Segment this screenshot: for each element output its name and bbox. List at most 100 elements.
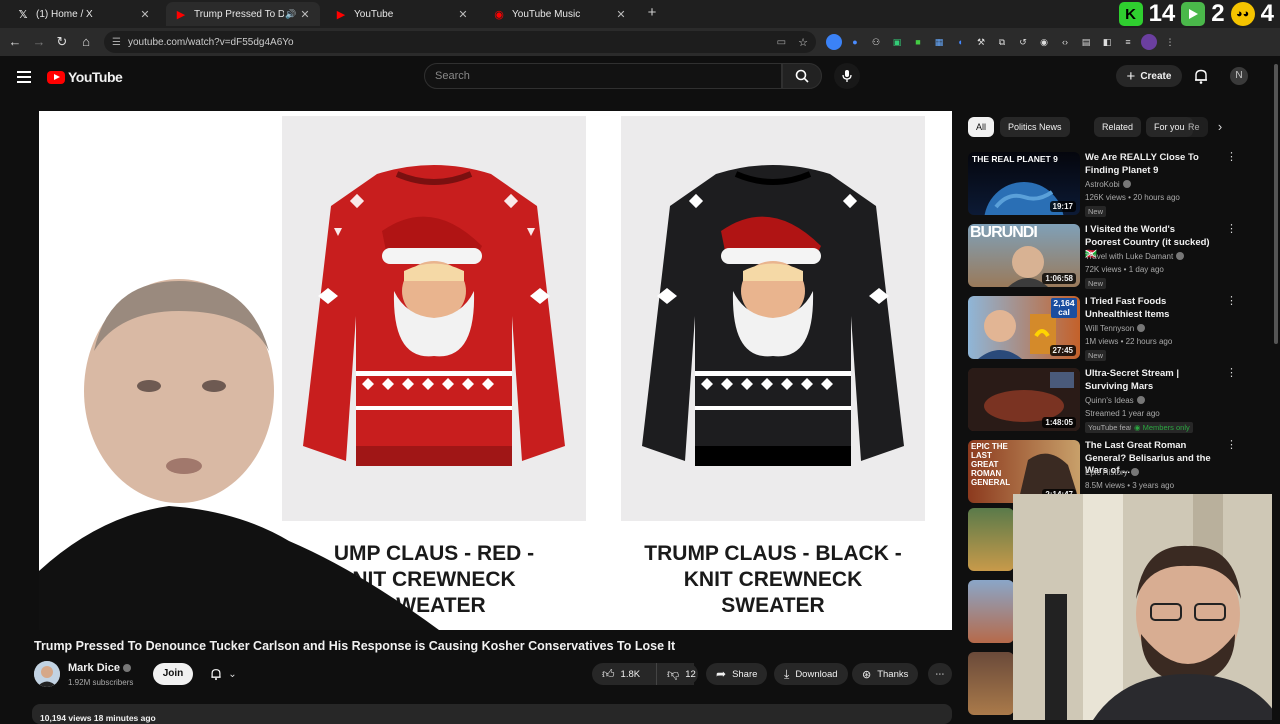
youtube-logo[interactable]: YouTube xyxy=(47,69,123,85)
forward-icon[interactable]: → xyxy=(29,32,49,52)
thanks-button[interactable]: ⊛ Thanks xyxy=(852,663,919,685)
share-label: Share xyxy=(732,668,758,680)
scrollbar-thumb[interactable] xyxy=(1274,64,1278,344)
voice-search-button[interactable] xyxy=(834,63,860,89)
new-badge: New xyxy=(1085,206,1107,217)
rec-channel[interactable]: Travel with Luke Damant xyxy=(1085,252,1185,261)
search-input[interactable]: Search xyxy=(424,63,782,89)
youtube-music-icon: ◉ xyxy=(494,8,504,21)
dislike-count: 12 xyxy=(685,668,696,680)
bookmark-star-icon[interactable]: ☆ xyxy=(798,36,808,49)
site-info-icon[interactable]: ☰ xyxy=(112,37,128,48)
recommendation-item[interactable]: 1:48:05 Ultra-Secret Stream | Surviving … xyxy=(968,368,1237,436)
x-logo-icon: 𝕏 xyxy=(18,8,28,21)
extensions-puzzle-icon[interactable]: ⧉ xyxy=(994,34,1010,50)
create-button[interactable]: + Create xyxy=(1116,65,1182,87)
extension-glasses-icon[interactable]: ⚇ xyxy=(868,34,884,50)
speaker-icon[interactable]: 🔊 xyxy=(284,9,298,20)
chip-all[interactable]: All xyxy=(968,117,995,137)
chip-related[interactable]: Related xyxy=(1094,117,1142,137)
video-thumbnail[interactable] xyxy=(968,652,1014,715)
video-thumbnail[interactable]: BURUNDI 1:06:58 xyxy=(968,224,1080,287)
tab-current-video[interactable]: ▶ Trump Pressed To Denounc 🔊 ✕ xyxy=(166,2,320,26)
rec-title[interactable]: Ultra-Secret Stream | Surviving Mars xyxy=(1085,368,1211,393)
thanks-icon: ⊛ xyxy=(862,668,872,681)
camera-icon[interactable]: ◉ xyxy=(1036,34,1052,50)
subscription-bell-button[interactable]: ⌄ xyxy=(200,663,246,685)
close-tab-icon[interactable]: ✕ xyxy=(138,8,152,21)
extension-wave-icon[interactable]: ◖ xyxy=(952,34,968,50)
address-bar[interactable]: ☰ youtube.com/watch?v=dF55dg4A6Yo ▭ ☆ xyxy=(104,31,816,53)
rec-channel-text: Travel with Luke Damant xyxy=(1085,252,1174,261)
chip-partial[interactable]: Re xyxy=(1184,117,1208,137)
video-thumbnail[interactable] xyxy=(968,580,1014,643)
more-vert-icon[interactable]: ⋮ xyxy=(1226,368,1237,379)
download-button[interactable]: ⤓ Download xyxy=(774,663,848,685)
recommendation-item[interactable]: 2,164 cal 27:45 I Tried Fast Foods Unhea… xyxy=(968,296,1237,364)
downloads-icon[interactable]: ≡ xyxy=(1120,34,1136,50)
video-player[interactable]: UMP CLAUS - RED - NIT CREWNECK SWEATER T… xyxy=(39,111,952,630)
rec-channel[interactable]: Quinn's Ideas xyxy=(1085,396,1145,405)
history-icon[interactable]: ↺ xyxy=(1015,34,1031,50)
cast-icon[interactable]: ▭ xyxy=(777,37,786,48)
rec-title[interactable]: We Are REALLY Close To Finding Planet 9 xyxy=(1085,152,1211,177)
chip-politics-news[interactable]: Politics News xyxy=(1000,117,1070,137)
notifications-bell-icon[interactable] xyxy=(1192,67,1210,85)
video-thumbnail[interactable] xyxy=(968,508,1014,571)
extension-tools-icon[interactable]: ⚒ xyxy=(973,34,989,50)
more-vert-icon[interactable]: ⋮ xyxy=(1226,152,1237,163)
more-actions-button[interactable]: ⋯ xyxy=(928,663,952,685)
more-vert-icon[interactable]: ⋮ xyxy=(1226,296,1237,307)
reading-list-icon[interactable]: ▤ xyxy=(1078,34,1094,50)
close-tab-icon[interactable]: ✕ xyxy=(298,8,312,21)
video-thumbnail[interactable]: THE REAL PLANET 9 19:17 xyxy=(968,152,1080,215)
tab-youtube[interactable]: ▶ YouTube ✕ xyxy=(326,2,478,26)
extension-grid-icon[interactable]: ▦ xyxy=(931,34,947,50)
rec-channel[interactable]: AstroKobi xyxy=(1085,180,1131,189)
video-thumbnail[interactable]: 2,164 cal 27:45 xyxy=(968,296,1080,359)
dislike-button[interactable]: 👎︎ 12 xyxy=(656,663,698,685)
home-icon[interactable]: ⌂ xyxy=(76,32,96,52)
description-box[interactable]: 10,194 views 18 minutes ago xyxy=(32,704,952,724)
extension-shield-icon[interactable]: ▣ xyxy=(889,34,905,50)
page-scrollbar[interactable] xyxy=(1272,56,1280,720)
youtube-play-icon xyxy=(47,70,65,84)
verified-icon xyxy=(122,664,131,672)
reload-icon[interactable]: ↻ xyxy=(52,32,72,52)
channel-name[interactable]: Mark Dice xyxy=(68,662,131,674)
join-button[interactable]: Join xyxy=(153,663,193,685)
close-tab-icon[interactable]: ✕ xyxy=(614,8,628,21)
search-icon xyxy=(795,69,809,83)
recommendation-item[interactable]: THE REAL PLANET 9 19:17 We Are REALLY Cl… xyxy=(968,152,1237,220)
video-thumbnail[interactable]: 1:48:05 xyxy=(968,368,1080,431)
chevron-right-icon[interactable]: › xyxy=(1210,117,1230,137)
chrome-extension-icon[interactable] xyxy=(826,34,842,50)
side-panel-icon[interactable]: ◧ xyxy=(1099,34,1115,50)
share-button[interactable]: ➦ Share xyxy=(706,663,768,685)
close-tab-icon[interactable]: ✕ xyxy=(456,8,470,21)
account-avatar[interactable]: N xyxy=(1230,67,1248,85)
extension-green-icon[interactable]: ■ xyxy=(910,34,926,50)
recommendation-item[interactable]: BURUNDI 1:06:58 I Visited the World's Po… xyxy=(968,224,1237,292)
rec-title[interactable]: I Tried Fast Foods Unhealthiest Items xyxy=(1085,296,1211,321)
thumbnail-text: 2,164 cal xyxy=(1051,298,1077,318)
profile-avatar-icon[interactable] xyxy=(1141,34,1157,50)
download-label: Download xyxy=(795,668,838,680)
stream-counter-overlay: K 14 2 ◕◕ 4 xyxy=(1118,1,1276,27)
more-vert-icon[interactable]: ⋮ xyxy=(1226,224,1237,235)
channel-avatar[interactable] xyxy=(34,661,60,687)
more-vert-icon[interactable]: ⋮ xyxy=(1226,440,1237,451)
new-tab-button[interactable]: + xyxy=(644,5,660,21)
browser-menu-icon[interactable]: ⋮ xyxy=(1162,34,1178,50)
rec-meta: 1M views • 22 hours ago xyxy=(1085,337,1173,346)
back-icon[interactable]: ← xyxy=(5,32,25,52)
tab-home-x[interactable]: 𝕏 (1) Home / X ✕ xyxy=(8,2,160,26)
tab-youtube-music[interactable]: ◉ YouTube Music ✕ xyxy=(484,2,636,26)
search-button[interactable] xyxy=(782,63,822,89)
rec-channel[interactable]: Epic History xyxy=(1085,468,1139,477)
hamburger-menu-icon[interactable] xyxy=(15,68,33,86)
extension-dot-icon[interactable]: ● xyxy=(847,34,863,50)
devtools-icon[interactable]: ‹› xyxy=(1057,34,1073,50)
youtube-icon: ▶ xyxy=(176,8,186,21)
rec-channel[interactable]: Will Tennyson xyxy=(1085,324,1146,333)
